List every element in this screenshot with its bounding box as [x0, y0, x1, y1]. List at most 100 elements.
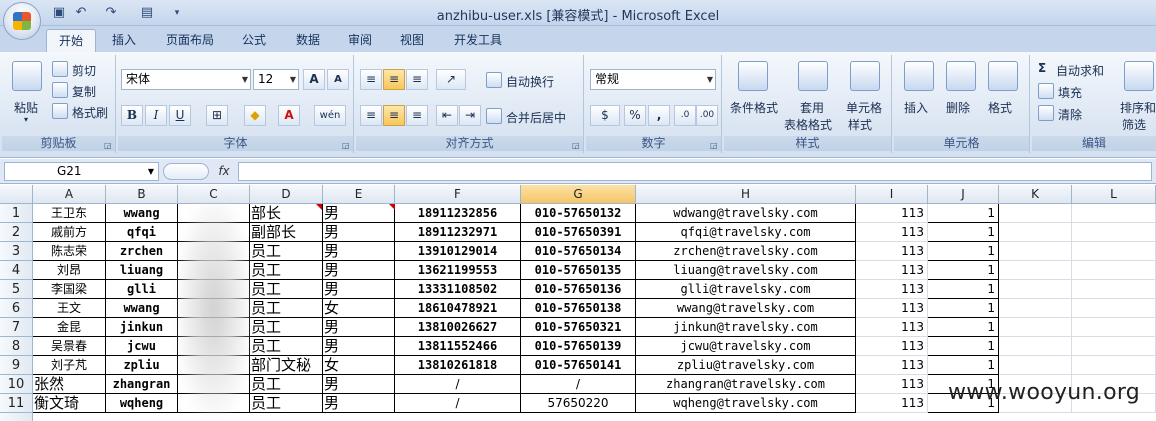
format-cells-button[interactable]: 格式 [988, 99, 1012, 116]
cell-i[interactable]: 113 [856, 299, 928, 318]
cell-h[interactable]: wqheng@travelsky.com [636, 394, 856, 413]
align-top-button[interactable]: ≡ [360, 69, 382, 90]
column-header-l[interactable]: L [1072, 185, 1156, 204]
cell-k[interactable] [999, 318, 1072, 337]
comma-button[interactable]: , [648, 105, 670, 126]
cell-b[interactable]: zrchen [106, 242, 178, 261]
number-launcher-icon[interactable]: ◲ [710, 141, 719, 150]
cell-b[interactable]: jinkun [106, 318, 178, 337]
cell-l[interactable] [1072, 280, 1156, 299]
cell-d[interactable]: 员工 [250, 394, 323, 413]
cell-h[interactable]: liuang@travelsky.com [636, 261, 856, 280]
sort-filter-label-2[interactable]: 筛选 [1122, 116, 1146, 133]
row-header[interactable] [0, 413, 33, 421]
cell-j[interactable]: 1 [928, 299, 999, 318]
column-header-c[interactable]: C [178, 185, 250, 204]
row-header[interactable]: 11 [0, 394, 33, 413]
cell-b[interactable]: wwang [106, 204, 178, 223]
cell-b[interactable]: zhangran [106, 375, 178, 394]
tab-data[interactable]: 数据 [288, 29, 328, 52]
cell-e[interactable]: 女 [323, 356, 395, 375]
cell-e[interactable]: 男 [323, 261, 395, 280]
cell-g[interactable]: 010-57650136 [521, 280, 636, 299]
tab-page-layout[interactable]: 页面布局 [158, 29, 222, 52]
cell-j[interactable]: 1 [928, 337, 999, 356]
cell-i[interactable]: 113 [856, 375, 928, 394]
shrink-font-button[interactable]: A [327, 69, 349, 90]
cell-l[interactable] [1072, 204, 1156, 223]
cell-l[interactable] [1072, 337, 1156, 356]
column-header-e[interactable]: E [323, 185, 395, 204]
paste-button[interactable]: 粘贴 [14, 99, 38, 116]
cell-d[interactable]: 部长 [250, 204, 323, 223]
cell-g[interactable]: 010-57650321 [521, 318, 636, 337]
cell-g[interactable]: 010-57650141 [521, 356, 636, 375]
align-left-button[interactable]: ≡ [360, 105, 382, 126]
cell-d[interactable]: 员工 [250, 280, 323, 299]
clear-button[interactable]: 清除 [1058, 106, 1082, 123]
cell-i[interactable]: 113 [856, 337, 928, 356]
tab-developer[interactable]: 开发工具 [446, 29, 510, 52]
column-header-k[interactable]: K [999, 185, 1072, 204]
format-painter-button[interactable]: 格式刷 [72, 104, 108, 121]
cell-e[interactable]: 男 [323, 223, 395, 242]
cell-h[interactable]: jcwu@travelsky.com [636, 337, 856, 356]
cell-j[interactable]: 1 [928, 356, 999, 375]
cell-d[interactable]: 副部长 [250, 223, 323, 242]
cell-j[interactable]: 1 [928, 318, 999, 337]
copy-button[interactable]: 复制 [72, 83, 96, 100]
cell-l[interactable] [1072, 242, 1156, 261]
cell-f[interactable]: 13810026627 [395, 318, 521, 337]
row-header[interactable]: 8 [0, 337, 33, 356]
cell-b[interactable]: jcwu [106, 337, 178, 356]
paste-icon[interactable] [12, 61, 42, 91]
cell-i[interactable]: 113 [856, 280, 928, 299]
cell-b[interactable]: glli [106, 280, 178, 299]
cell-a[interactable]: 吴景春 [33, 337, 106, 356]
cell-f[interactable]: 13910129014 [395, 242, 521, 261]
italic-button[interactable]: I [145, 105, 167, 126]
row-header[interactable]: 6 [0, 299, 33, 318]
cell-i[interactable]: 113 [856, 204, 928, 223]
row-header[interactable]: 1 [0, 204, 33, 223]
cell-g[interactable]: 57650220 [521, 394, 636, 413]
alignment-launcher-icon[interactable]: ◲ [572, 141, 581, 150]
cell-l[interactable] [1072, 261, 1156, 280]
cell-e[interactable]: 男 [323, 337, 395, 356]
cell-g[interactable]: 010-57650138 [521, 299, 636, 318]
column-header-f[interactable]: F [395, 185, 521, 204]
cell-h[interactable]: jinkun@travelsky.com [636, 318, 856, 337]
cell-k[interactable] [999, 356, 1072, 375]
fill-button[interactable]: 填充 [1058, 84, 1082, 101]
cell-j[interactable]: 1 [928, 223, 999, 242]
column-header-a[interactable]: A [33, 185, 106, 204]
row-header[interactable]: 4 [0, 261, 33, 280]
decrease-decimal-button[interactable]: .00 [696, 105, 718, 126]
borders-button[interactable]: ⊞ [206, 105, 228, 126]
number-format-select[interactable]: 常规 ▼ [590, 69, 716, 90]
cell-h[interactable]: zpliu@travelsky.com [636, 356, 856, 375]
tab-view[interactable]: 视图 [392, 29, 432, 52]
cell-k[interactable] [999, 223, 1072, 242]
orientation-button[interactable]: ↗ [436, 69, 466, 90]
format-as-table-label-2[interactable]: 表格格式 [784, 116, 832, 133]
cell-j[interactable]: 1 [928, 261, 999, 280]
cell-g[interactable]: 010-57650132 [521, 204, 636, 223]
cell-e[interactable]: 男 [323, 242, 395, 261]
cell-a[interactable]: 张然 [33, 375, 106, 394]
cell-e[interactable]: 男 [323, 318, 395, 337]
conditional-formatting-button[interactable]: 条件格式 [730, 99, 778, 116]
cell-k[interactable] [999, 261, 1072, 280]
autosum-button[interactable]: 自动求和 [1056, 62, 1104, 79]
cell-i[interactable]: 113 [856, 242, 928, 261]
cell-k[interactable] [999, 204, 1072, 223]
row-header[interactable]: 9 [0, 356, 33, 375]
cell-f[interactable]: 13621199553 [395, 261, 521, 280]
cell-h[interactable]: zhangran@travelsky.com [636, 375, 856, 394]
font-launcher-icon[interactable]: ◲ [342, 141, 351, 150]
cell-f[interactable]: 13811552466 [395, 337, 521, 356]
cell-g[interactable]: 010-57650391 [521, 223, 636, 242]
cell-g[interactable]: 010-57650139 [521, 337, 636, 356]
cell-g[interactable]: 010-57650135 [521, 261, 636, 280]
cell-e[interactable]: 男 [323, 394, 395, 413]
